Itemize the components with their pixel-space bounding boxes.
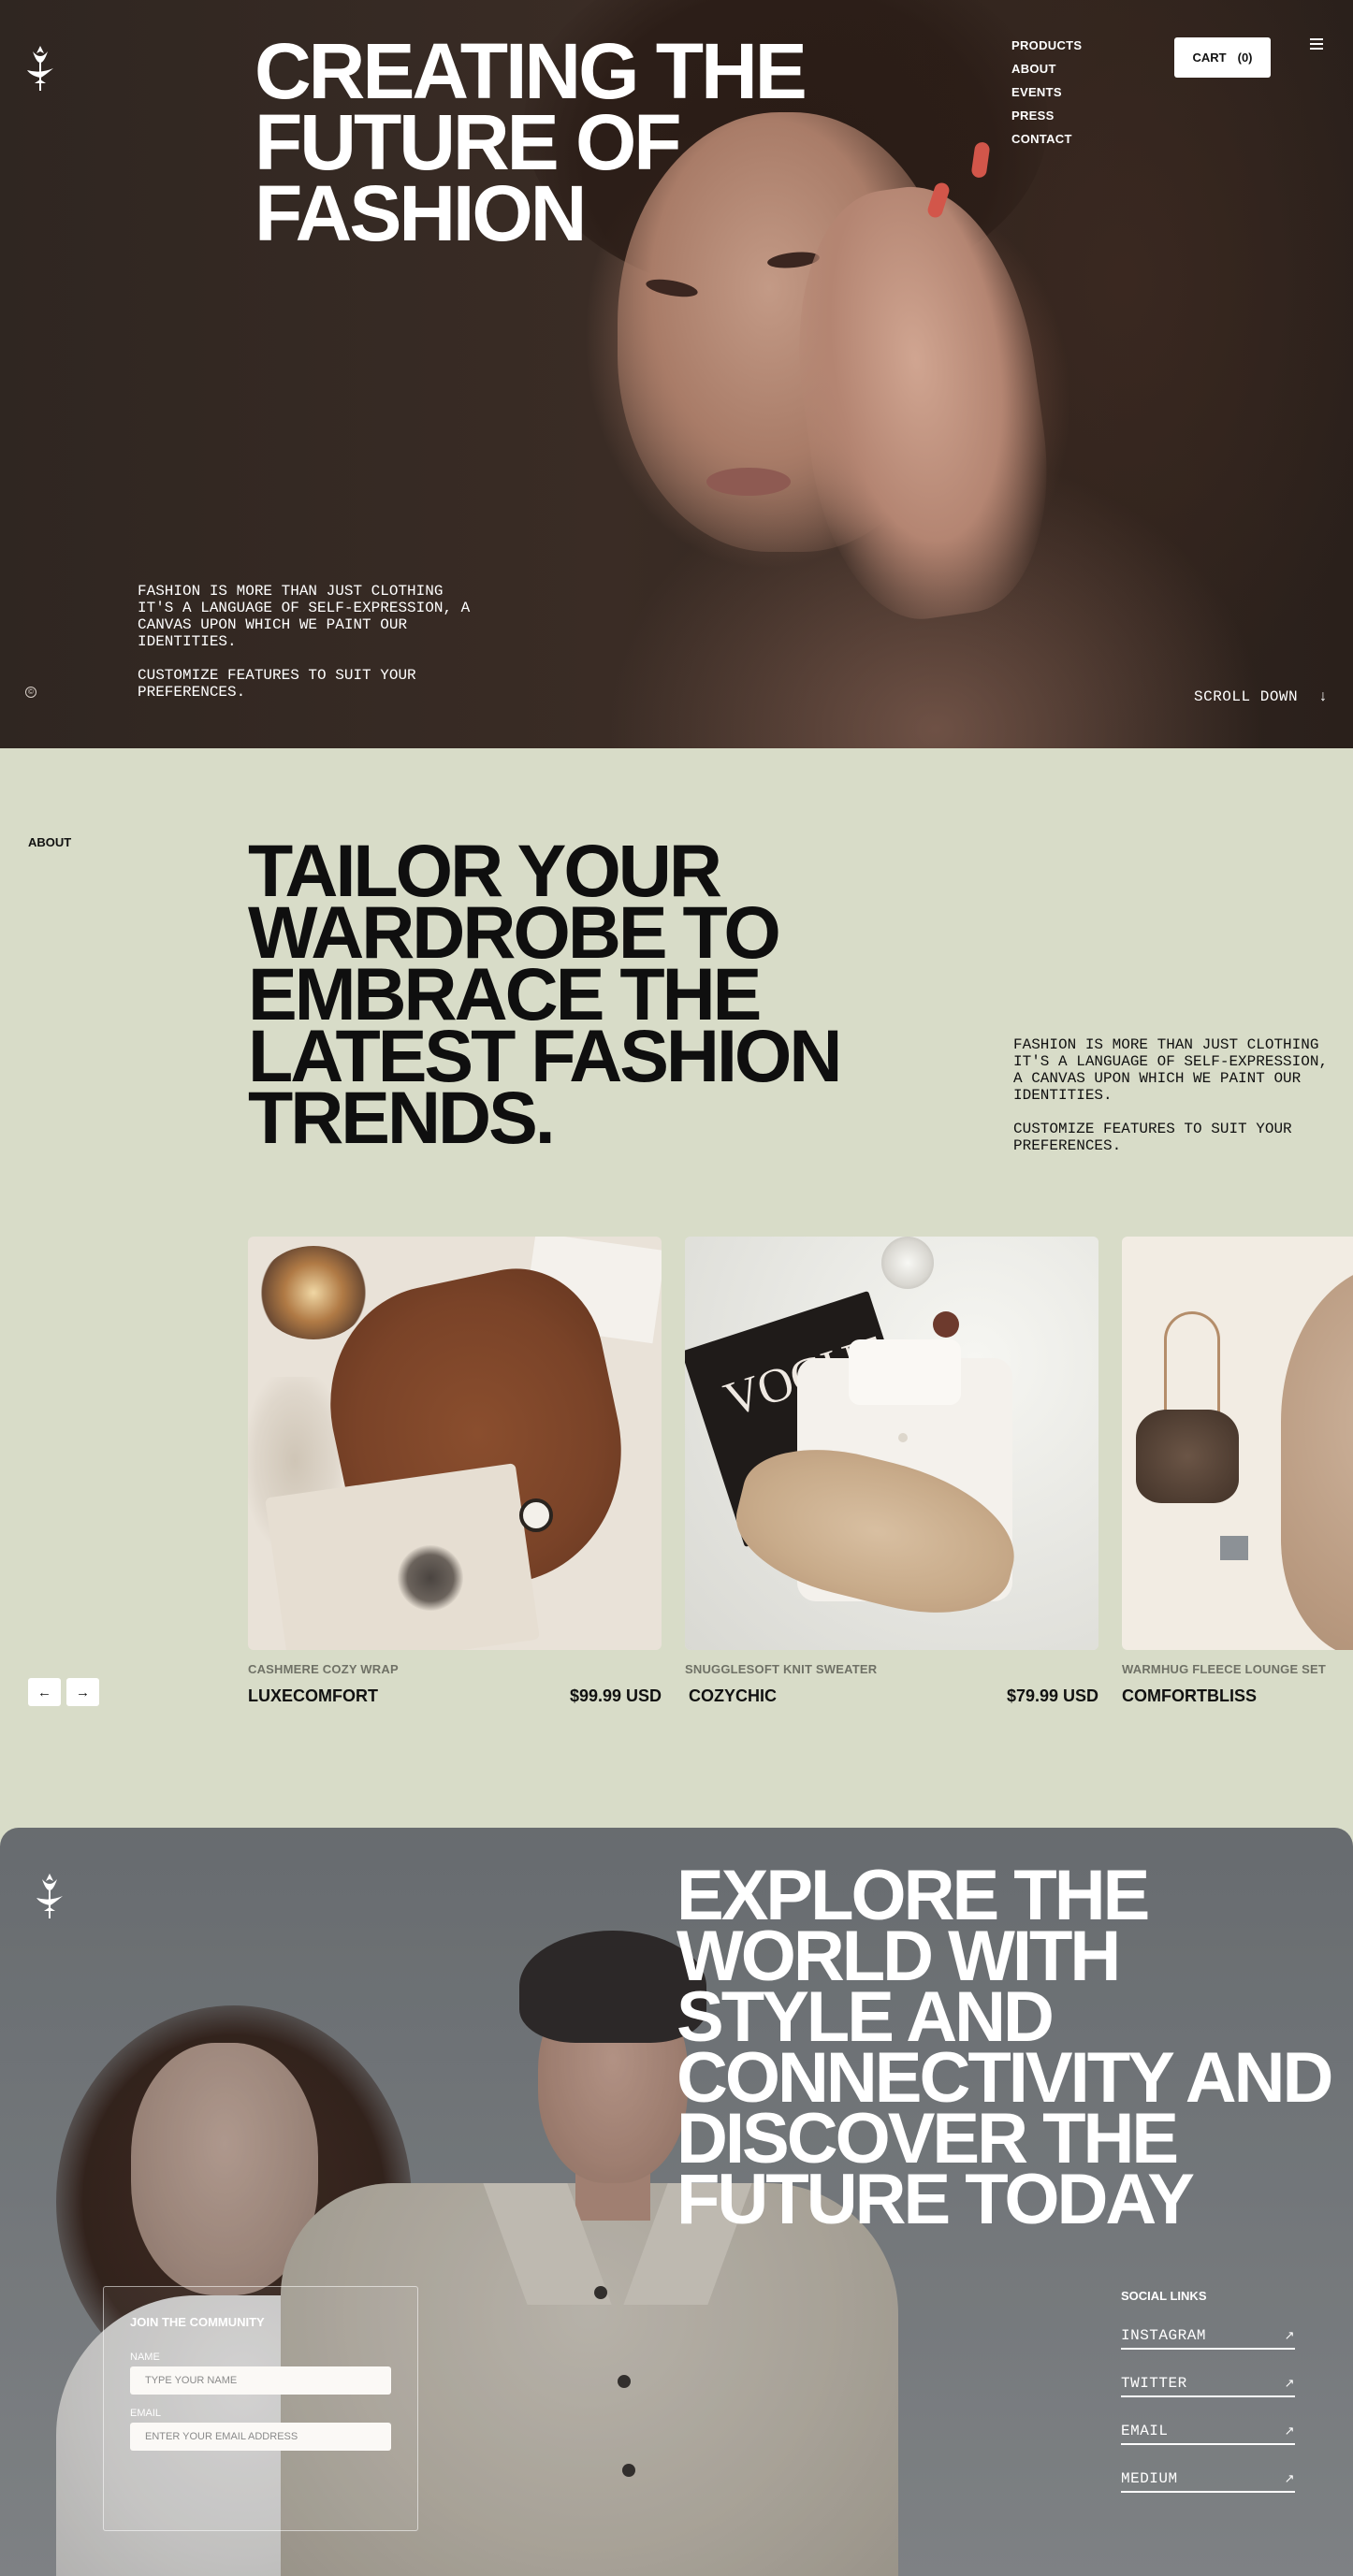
logo-mark [36, 1874, 63, 1918]
name-field[interactable] [130, 2366, 391, 2395]
product-card-comfortbliss[interactable]: WARMHUG FLEECE LOUNGE SET COMFORTBLISS [1122, 1237, 1353, 1706]
product-name: COMFORTBLISS [1122, 1686, 1257, 1705]
copyright-icon: © [25, 687, 36, 698]
product-subtitle: CASHMERE COZY WRAP [248, 1662, 399, 1676]
arrow-right-icon: → [76, 1684, 90, 1700]
nav-link-about[interactable]: ABOUT [1011, 57, 1082, 80]
arrow-up-right-icon: ↗ [1284, 2328, 1295, 2343]
carousel-next-button[interactable]: → [66, 1678, 99, 1706]
social-link-email[interactable]: EMAIL ↗ [1121, 2423, 1295, 2445]
nav-link-products[interactable]: PRODUCTS [1011, 34, 1082, 57]
community-section: EXPLORE THE WORLD WITH STYLE AND CONNECT… [0, 1828, 1353, 2576]
product-card-luxecomfort[interactable]: CASHMERE COZY WRAP LUXECOMFORT $99.99 US… [248, 1237, 662, 1706]
hero-title: CREATING THE FUTURE OF FASHION [255, 27, 807, 257]
product-image[interactable] [248, 1237, 662, 1650]
hero-photo-lips [706, 468, 791, 496]
nav-link-events[interactable]: EVENTS [1011, 80, 1082, 104]
product-price: $99.99 USD [569, 1686, 662, 1705]
about-copy-paragraph-2: CUSTOMIZE FEATURES TO SUIT YOUR PREFEREN… [1013, 1121, 1292, 1154]
arrow-up-right-icon: ↗ [1284, 2471, 1295, 2486]
hero-copy-paragraph-2: CUSTOMIZE FEATURES TO SUIT YOUR PREFEREN… [138, 667, 416, 701]
product-name: COZYCHIC [689, 1686, 777, 1705]
email-label: EMAIL [130, 2408, 162, 2419]
logo-icon[interactable] [31, 1870, 68, 1926]
nav-link-contact[interactable]: CONTACT [1011, 127, 1082, 151]
scroll-down-label: SCROLL DOWN [1194, 688, 1299, 705]
arrow-up-right-icon: ↗ [1284, 2424, 1295, 2439]
product-name: LUXECOMFORT [248, 1686, 378, 1705]
name-label: NAME [130, 2352, 160, 2363]
social-link-label: MEDIUM [1121, 2470, 1178, 2487]
about-title: TAILOR YOUR WARDROBE TO EMBRACE THE LATE… [248, 829, 842, 1159]
social-link-instagram[interactable]: INSTAGRAM ↗ [1121, 2327, 1295, 2350]
hero-section: CREATING THE FUTURE OF FASHION PRODUCTS … [0, 0, 1353, 748]
cart-button[interactable]: CART (0) [1174, 37, 1271, 78]
carousel-prev-button[interactable]: ← [28, 1678, 61, 1706]
join-community-form: JOIN THE COMMUNITY NAME EMAIL [103, 2286, 418, 2531]
scroll-down-link[interactable]: SCROLL DOWN ↓ [1194, 688, 1328, 705]
top-nav: PRODUCTS ABOUT EVENTS PRESS CONTACT [1011, 34, 1082, 151]
product-subtitle: SNUGGLESOFT KNIT SWEATER [685, 1662, 878, 1676]
join-community-title: JOIN THE COMMUNITY [130, 2315, 265, 2329]
about-copy-paragraph-1: FASHION IS MORE THAN JUST CLOTHING IT'S … [1013, 1036, 1329, 1104]
social-link-label: TWITTER [1121, 2375, 1187, 2392]
cart-label: CART [1192, 51, 1227, 65]
email-field[interactable] [130, 2423, 391, 2451]
about-description: FASHION IS MORE THAN JUST CLOTHING IT'S … [1013, 1036, 1331, 1154]
about-label: ABOUT [28, 835, 72, 849]
product-price: $79.99 USD [1006, 1686, 1098, 1705]
hero-copy-paragraph-1: FASHION IS MORE THAN JUST CLOTHING IT'S … [138, 583, 471, 650]
social-link-twitter[interactable]: TWITTER ↗ [1121, 2375, 1295, 2397]
logo-mark [27, 46, 53, 91]
about-section: ABOUT TAILOR YOUR WARDROBE TO EMBRACE TH… [0, 748, 1353, 1828]
menu-icon[interactable] [1310, 38, 1323, 50]
product-card-cozychic[interactable]: VOGUE SNUGGLESOFT KNIT SWEATER COZYCHIC … [685, 1237, 1098, 1706]
social-links-title: SOCIAL LINKS [1121, 2289, 1207, 2303]
product-subtitle: WARMHUG FLEECE LOUNGE SET [1122, 1662, 1327, 1676]
hero-description: FASHION IS MORE THAN JUST CLOTHING IT'S … [138, 583, 474, 701]
logo-icon[interactable] [22, 42, 59, 98]
arrow-down-icon: ↓ [1318, 688, 1329, 705]
social-link-label: INSTAGRAM [1121, 2327, 1206, 2344]
arrow-up-right-icon: ↗ [1284, 2376, 1295, 2391]
social-link-medium[interactable]: MEDIUM ↗ [1121, 2470, 1295, 2493]
community-title: EXPLORE THE WORLD WITH STYLE AND CONNECT… [676, 1856, 1333, 2239]
arrow-left-icon: ← [37, 1684, 51, 1700]
social-links: SOCIAL LINKS INSTAGRAM ↗ TWITTER ↗ EMAIL… [1121, 2289, 1295, 2518]
social-link-label: EMAIL [1121, 2423, 1169, 2439]
product-image[interactable] [1122, 1237, 1353, 1650]
product-image[interactable]: VOGUE [685, 1237, 1098, 1650]
nav-link-press[interactable]: PRESS [1011, 104, 1082, 127]
cart-count: (0) [1237, 51, 1253, 65]
